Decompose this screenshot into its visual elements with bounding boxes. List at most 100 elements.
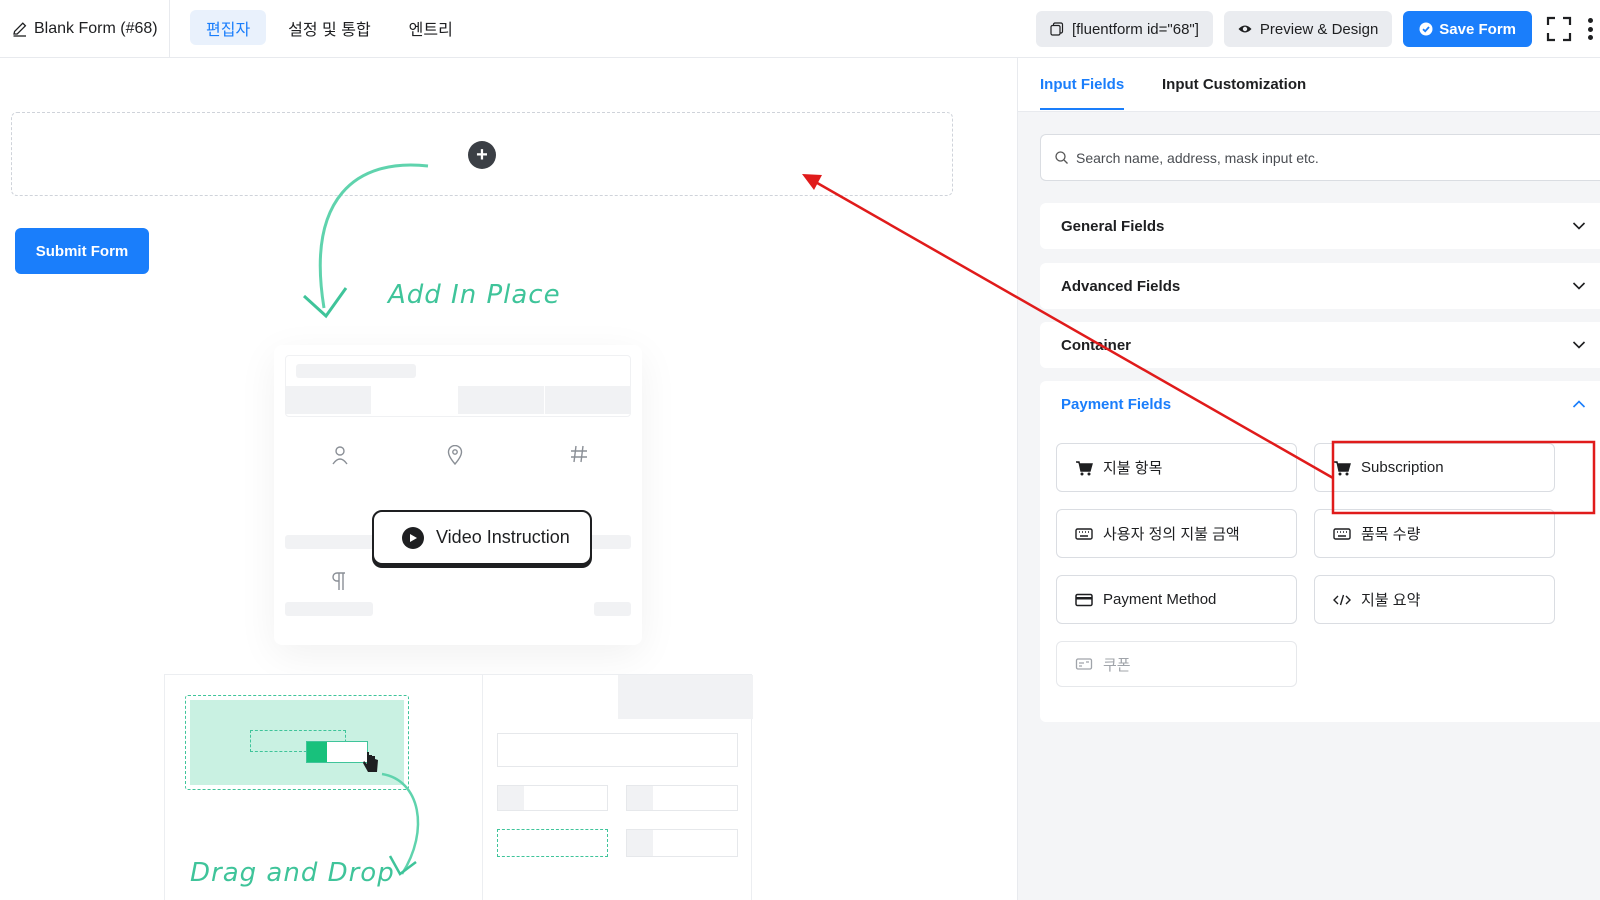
video-instruction-button[interactable]: Video Instruction	[372, 510, 592, 565]
field-coupon[interactable]: 쿠폰	[1056, 641, 1297, 687]
field-label: 지불 요약	[1361, 592, 1421, 609]
shortcode-label: [fluentform id="68"]	[1071, 20, 1199, 38]
kebab-dot-icon	[1587, 26, 1593, 32]
tab-settings-integrations[interactable]: 설정 및 통합	[272, 10, 387, 45]
field-search-box[interactable]	[1040, 134, 1600, 181]
field-label: 사용자 정의 지불 금액	[1103, 526, 1240, 543]
illustration-bar	[497, 829, 608, 857]
keyboard-icon	[1333, 527, 1351, 540]
form-title: Blank Form (#68)	[34, 20, 158, 37]
field-label: 쿠폰	[1103, 656, 1131, 674]
tab-input-fields[interactable]: Input Fields	[1040, 76, 1125, 110]
illustration-bar	[296, 364, 416, 378]
submit-form-button[interactable]: Submit Form	[15, 228, 149, 274]
field-payment-item[interactable]: 지불 항목	[1056, 443, 1297, 492]
field-label: 지불 항목	[1103, 460, 1163, 477]
illustration-bar	[498, 786, 524, 810]
illustration-bar	[286, 386, 371, 414]
illustration-bar	[618, 675, 753, 719]
save-form-button[interactable]: Save Form	[1403, 11, 1532, 47]
play-icon	[402, 526, 424, 549]
location-pin-icon	[447, 445, 463, 465]
keyboard-icon	[1075, 527, 1093, 540]
check-circle-icon	[1419, 22, 1433, 36]
credit-card-icon	[1075, 593, 1093, 606]
section-title: General Fields	[1061, 217, 1165, 235]
illustration-right-panel	[482, 675, 753, 900]
copy-icon	[1050, 22, 1064, 36]
section-advanced-fields[interactable]: Advanced Fields	[1040, 263, 1600, 309]
shortcode-copy-button[interactable]: [fluentform id="68"]	[1035, 11, 1213, 47]
illustration-bar	[626, 829, 738, 857]
illustration-drag-frame	[185, 695, 409, 790]
tab-editor[interactable]: 편집자	[190, 10, 267, 45]
illustration-bar	[627, 830, 653, 856]
more-menu-button[interactable]	[1586, 16, 1594, 42]
form-title-area: Blank Form (#68)	[0, 0, 170, 58]
add-field-plus-icon[interactable]: +	[468, 141, 496, 169]
illustration-bar	[307, 742, 327, 762]
paragraph-icon	[332, 572, 345, 590]
field-custom-payment-amount[interactable]: 사용자 정의 지불 금액	[1056, 509, 1297, 558]
section-title: Payment Fields	[1061, 395, 1172, 413]
illustration-drag-fill	[190, 700, 404, 785]
section-title: Container	[1061, 336, 1132, 354]
cart-icon	[1076, 460, 1093, 475]
tab-input-customization[interactable]: Input Customization	[1162, 76, 1306, 93]
chevron-down-icon	[1572, 282, 1586, 290]
search-icon	[1055, 151, 1068, 164]
form-canvas: + Submit Form Add In Place Video Instruc…	[0, 58, 1018, 900]
hand-cursor-icon	[363, 752, 378, 772]
illustration-bar	[594, 602, 631, 616]
video-instruction-label: Video Instruction	[436, 527, 570, 547]
fullscreen-icon	[1546, 16, 1572, 42]
illustration-bar	[627, 786, 653, 810]
field-label: Payment Method	[1103, 591, 1217, 608]
field-search-input[interactable]	[1076, 149, 1556, 166]
empty-drop-zone[interactable]: +	[11, 112, 953, 196]
illustration-bar	[285, 602, 373, 616]
section-container[interactable]: Container	[1040, 322, 1600, 368]
illustration-bar	[626, 785, 738, 811]
save-form-label: Save Form	[1439, 20, 1516, 38]
kebab-dot-icon	[1587, 18, 1593, 23]
field-label: Subscription	[1361, 459, 1444, 476]
illustration-bar	[497, 785, 608, 811]
chevron-down-icon	[1572, 341, 1586, 349]
editor-tabs: 편집자 설정 및 통합 엔트리	[190, 10, 469, 45]
illustration-bar	[458, 386, 544, 414]
section-header[interactable]: Advanced Fields	[1040, 263, 1600, 309]
illustration-bar	[306, 741, 368, 763]
illustration-bar	[545, 386, 631, 414]
section-header[interactable]: Payment Fields	[1040, 381, 1600, 427]
field-item-quantity[interactable]: 품목 수량	[1314, 509, 1555, 558]
section-general-fields[interactable]: General Fields	[1040, 203, 1600, 249]
cart-icon	[1334, 460, 1351, 475]
section-header[interactable]: Container	[1040, 322, 1600, 368]
field-payment-summary[interactable]: 지불 요약	[1314, 575, 1555, 624]
edit-pencil-icon	[13, 22, 27, 37]
coupon-icon	[1075, 658, 1093, 670]
add-in-place-illustration	[274, 345, 642, 645]
field-label: 품목 수량	[1361, 526, 1421, 543]
preview-design-button[interactable]: Preview & Design	[1223, 11, 1393, 47]
eye-icon	[1238, 25, 1252, 33]
sidebar-tabs: Input Fields Input Customization	[1018, 58, 1600, 112]
tab-entries[interactable]: 엔트리	[393, 10, 469, 45]
top-bar: Blank Form (#68) 편집자 설정 및 통합 엔트리 [fluent…	[0, 0, 1600, 58]
hash-icon	[571, 445, 587, 463]
user-icon	[332, 446, 348, 465]
toolbar-actions: [fluentform id="68"] Preview & Design Sa…	[1035, 11, 1600, 47]
fullscreen-button[interactable]	[1546, 16, 1572, 42]
code-icon	[1333, 594, 1351, 605]
chevron-up-icon	[1572, 400, 1586, 408]
fields-sidebar: Input Fields Input Customization General…	[1018, 58, 1600, 900]
illustration-bar	[497, 733, 738, 767]
field-subscription[interactable]: Subscription	[1314, 443, 1555, 492]
section-title: Advanced Fields	[1061, 277, 1181, 295]
kebab-dot-icon	[1587, 35, 1593, 40]
section-header[interactable]: General Fields	[1040, 203, 1600, 249]
illustration-field-frame	[285, 355, 631, 417]
field-payment-method[interactable]: Payment Method	[1056, 575, 1297, 624]
drag-and-drop-label: Drag and Drop	[190, 858, 395, 888]
